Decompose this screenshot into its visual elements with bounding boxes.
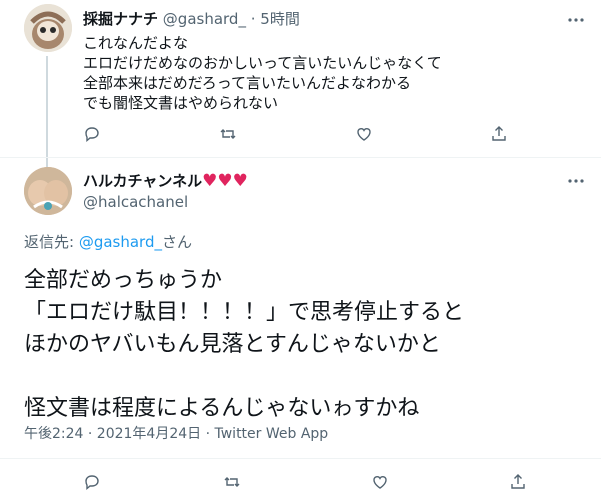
tweet-text: 全部だめっちゅうか 「エロだけ駄目！！！！」で思考停止すると ほかのヤバいもん見…: [24, 265, 464, 425]
tweet-line: 全部だめっちゅうか: [24, 268, 223, 293]
share-icon[interactable]: [489, 124, 509, 144]
reply-icon[interactable]: [82, 472, 102, 492]
replying-to: 返信先: @gashard_さん: [24, 232, 192, 252]
tweet-text: これなんだよな エロだけだめなのおかしいって言いたいんじゃなくて 全部本来はだめ…: [83, 33, 442, 113]
tweet-line: 怪文書は程度によるんじゃないゎすかね: [24, 396, 420, 421]
like-icon[interactable]: [354, 124, 374, 144]
handle[interactable]: @halcachanel: [83, 192, 188, 212]
divider: [0, 458, 601, 459]
tweet-line: 全部本来はだめだろって言いたいんだよなわかる: [83, 74, 412, 92]
separator: ·: [250, 10, 256, 28]
tweet-timestamp[interactable]: 午後2:24 · 2021年4月24日 · Twitter Web App: [24, 424, 328, 444]
share-icon[interactable]: [508, 472, 528, 492]
tweet-line: エロだけだめなのおかしいって言いたいんじゃなくて: [83, 54, 442, 72]
display-name[interactable]: 採掘ナナチ: [83, 10, 158, 28]
retweet-icon[interactable]: [218, 124, 238, 144]
retweet-icon[interactable]: [222, 472, 242, 492]
thread-line: [46, 56, 48, 171]
reply-icon[interactable]: [82, 124, 102, 144]
tweet-line: これなんだよな: [83, 34, 189, 52]
tweet-line: ほかのヤバいもん見落とすんじゃないかと: [24, 332, 441, 357]
tweet-line: でも闇怪文書はやめられない: [83, 94, 279, 112]
avatar[interactable]: [24, 4, 72, 52]
more-icon[interactable]: [566, 171, 586, 191]
display-name[interactable]: ハルカチャンネル: [83, 172, 202, 190]
handle[interactable]: @gashard_: [163, 10, 246, 28]
replying-to-suffix: さん: [161, 233, 192, 251]
tweet-line: 「エロだけ駄目！！！！」で思考停止すると: [24, 300, 465, 325]
avatar[interactable]: [24, 167, 72, 215]
replying-to-handle[interactable]: @gashard_: [79, 233, 162, 251]
tweet-line: [24, 361, 464, 393]
timestamp[interactable]: 5時間: [260, 10, 300, 28]
like-icon[interactable]: [370, 472, 390, 492]
more-icon[interactable]: [566, 10, 586, 30]
replying-to-prefix: 返信先:: [24, 233, 79, 251]
divider: [0, 157, 601, 158]
heart-emojis: ♥♥♥: [202, 171, 248, 191]
